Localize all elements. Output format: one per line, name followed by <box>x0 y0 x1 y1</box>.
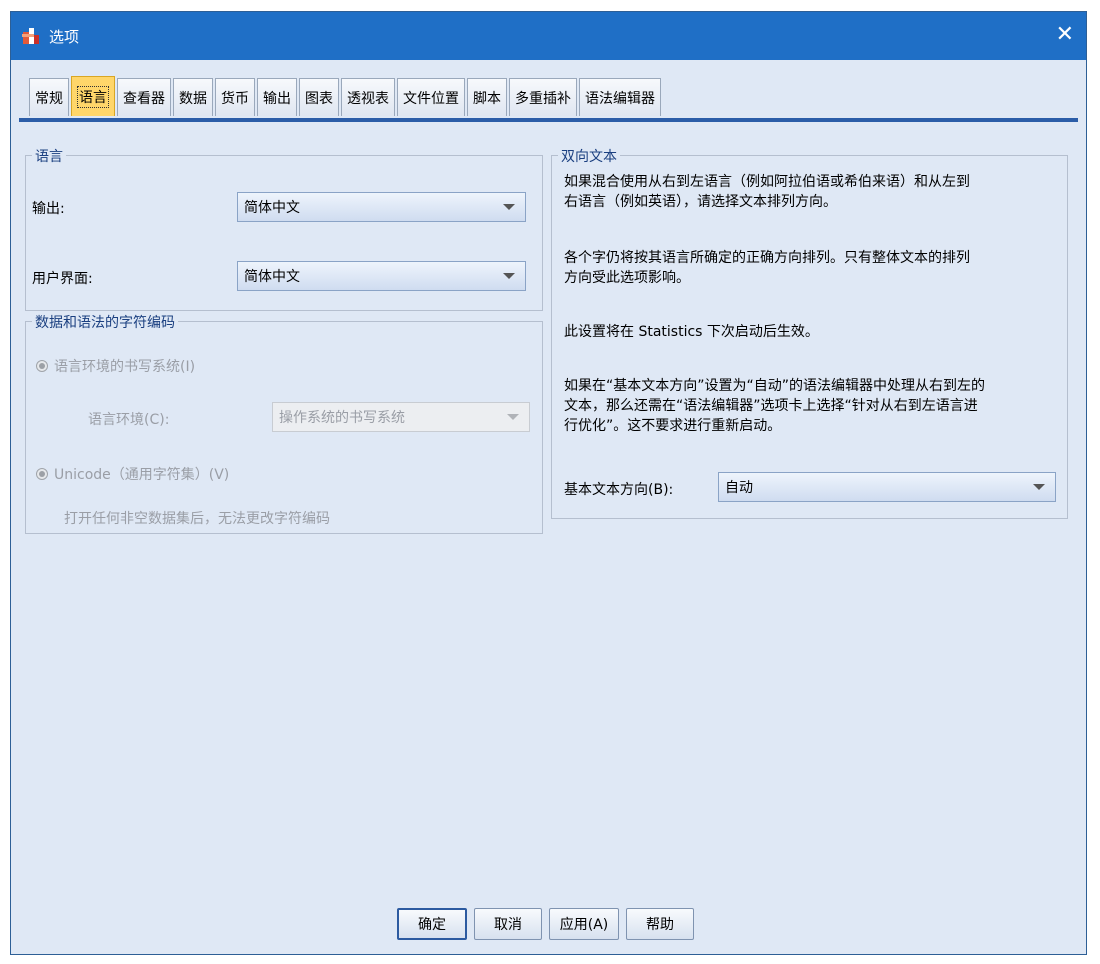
ui-language-select[interactable]: 简体中文 <box>237 261 526 291</box>
bidi-paragraph-1: 如果混合使用从右到左语言（例如阿拉伯语或希伯来语）和从左到 右语言（例如英语），… <box>564 174 970 210</box>
tab-file-locations[interactable]: 文件位置 <box>397 78 465 116</box>
close-icon[interactable]: ✕ <box>1056 22 1074 48</box>
locale-label: 语言环境(C): <box>88 412 170 428</box>
output-language-select[interactable]: 简体中文 <box>237 192 526 222</box>
encoding-note: 打开任何非空数据集后，无法更改字符编码 <box>64 511 330 527</box>
tab-currency[interactable]: 货币 <box>215 78 255 116</box>
output-language-label: 输出: <box>32 201 65 217</box>
encoding-group-title: 数据和语法的字符编码 <box>32 312 178 332</box>
tab-viewer[interactable]: 查看器 <box>117 78 171 116</box>
direction-label: 基本文本方向(B): <box>564 482 674 498</box>
bidi-group-title: 双向文本 <box>558 146 620 166</box>
tab-pivot-tables[interactable]: 透视表 <box>341 78 395 116</box>
tab-syntax-editor[interactable]: 语法编辑器 <box>579 78 661 116</box>
language-group-title: 语言 <box>32 146 66 166</box>
bidi-group: 双向文本 如果混合使用从右到左语言（例如阿拉伯语或希伯来语）和从左到 右语言（例… <box>551 146 1068 519</box>
apply-button[interactable]: 应用(A) <box>549 908 619 940</box>
chevron-down-icon <box>503 204 515 210</box>
unicode-radio-label[interactable]: Unicode（通用字符集）(V) <box>54 464 229 484</box>
bidi-paragraph-4: 如果在“基本文本方向”设置为“自动”的语法编辑器中处理从右到左的 文本，那么还需… <box>564 378 986 434</box>
ok-button[interactable]: 确定 <box>397 908 467 940</box>
ui-language-label: 用户界面: <box>32 271 93 287</box>
language-group: 语言 输出: 简体中文 用户界面: 简体中文 <box>25 146 543 311</box>
locale-select[interactable]: 操作系统的书写系统 <box>272 402 530 432</box>
locale-radio-label[interactable]: 语言环境的书写系统(I) <box>54 356 195 376</box>
tab-scripts[interactable]: 脚本 <box>467 78 507 116</box>
tab-output[interactable]: 输出 <box>257 78 297 116</box>
tab-charts[interactable]: 图表 <box>299 78 339 116</box>
locale-radio[interactable] <box>36 360 48 372</box>
bidi-paragraph-2: 各个字仍将按其语言所确定的正确方向排列。只有整体文本的排列 方向受此选项影响。 <box>564 250 970 286</box>
chevron-down-icon <box>507 414 519 420</box>
encoding-group: 数据和语法的字符编码 语言环境的书写系统(I) 语言环境(C): 操作系统的书写… <box>25 312 543 534</box>
app-icon <box>22 28 39 44</box>
window-title: 选项 <box>49 28 80 46</box>
tab-language[interactable]: 语言 <box>71 76 115 116</box>
text-direction-select[interactable]: 自动 <box>718 472 1056 502</box>
options-dialog: 选项 ✕ 常规 语言 查看器 数据 货币 输出 图表 透视表 文件位置 脚本 多… <box>10 11 1087 955</box>
chevron-down-icon <box>1033 484 1045 490</box>
bidi-paragraph-3: 此设置将在 Statistics 下次启动后生效。 <box>564 324 819 340</box>
tab-multiple-imputation[interactable]: 多重插补 <box>509 78 577 116</box>
chevron-down-icon <box>503 273 515 279</box>
help-button[interactable]: 帮助 <box>626 908 694 940</box>
tab-underline <box>19 118 1078 122</box>
tab-strip: 常规 语言 查看器 数据 货币 输出 图表 透视表 文件位置 脚本 多重插补 语… <box>29 76 663 120</box>
unicode-radio[interactable] <box>36 468 48 480</box>
title-bar: 选项 ✕ <box>11 12 1086 60</box>
tab-general[interactable]: 常规 <box>29 78 69 116</box>
tab-data[interactable]: 数据 <box>173 78 213 116</box>
cancel-button[interactable]: 取消 <box>474 908 542 940</box>
